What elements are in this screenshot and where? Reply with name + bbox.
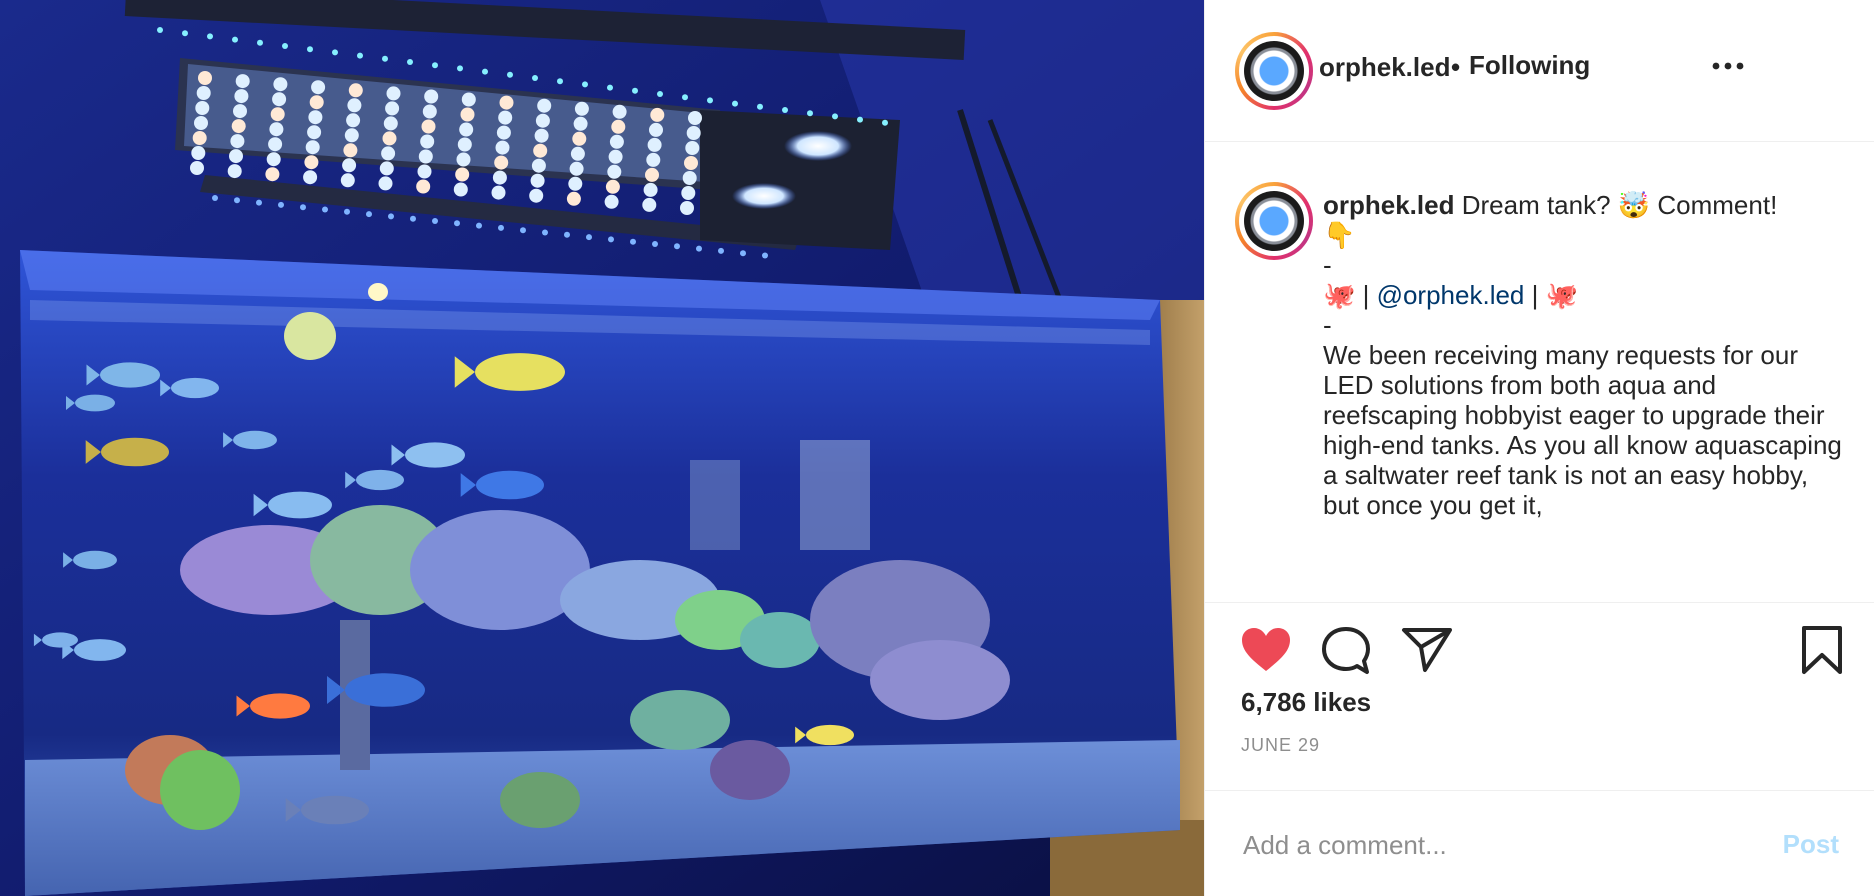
following-button[interactable]: Following <box>1469 50 1590 81</box>
post-side-panel: orphek.led • Following orphek.led Dream … <box>1204 0 1874 896</box>
orphek-logo-icon <box>1244 191 1304 251</box>
comment-input[interactable] <box>1241 819 1725 871</box>
post-header: orphek.led • Following <box>1205 0 1874 142</box>
header-separator: • <box>1451 52 1461 82</box>
caption-dash-2: - <box>1323 310 1332 340</box>
more-dots-icon[interactable] <box>1711 56 1745 76</box>
header-username[interactable]: orphek.led <box>1319 52 1450 83</box>
comment-composer: Post <box>1205 790 1874 896</box>
share-icon[interactable] <box>1401 627 1453 673</box>
profile-avatar[interactable] <box>1235 32 1313 110</box>
post-date[interactable]: JUNE 29 <box>1241 735 1320 756</box>
caption-username[interactable]: orphek.led <box>1323 190 1454 220</box>
caption-avatar[interactable] <box>1235 182 1313 260</box>
post-caption: orphek.led Dream tank? 🤯 Comment! 👇 - 🐙 … <box>1323 190 1843 520</box>
likes-count[interactable]: 6,786 likes <box>1241 687 1371 718</box>
heart-filled-icon[interactable] <box>1241 627 1291 673</box>
aquarium-photo <box>0 0 1204 896</box>
caption-body: We been receiving many requests for our … <box>1323 340 1842 520</box>
post-photo[interactable] <box>0 0 1204 896</box>
post-comment-button[interactable]: Post <box>1783 829 1839 860</box>
bookmark-icon[interactable] <box>1801 625 1843 675</box>
caption-pipe-left: | <box>1355 280 1377 310</box>
caption-line1: Dream tank? 🤯 Comment! <box>1454 190 1778 220</box>
octopus-emoji-right: 🐙 <box>1545 280 1578 310</box>
instagram-post: orphek.led • Following orphek.led Dream … <box>0 0 1874 896</box>
orphek-logo-icon <box>1244 41 1304 101</box>
post-actions: 6,786 likes JUNE 29 <box>1205 602 1874 790</box>
octopus-emoji-left: 🐙 <box>1323 280 1356 310</box>
caption-pipe-right: | <box>1524 280 1546 310</box>
caption-dash-1: - <box>1323 250 1332 280</box>
comment-icon[interactable] <box>1321 627 1371 675</box>
comments-area[interactable]: orphek.led Dream tank? 🤯 Comment! 👇 - 🐙 … <box>1205 142 1874 602</box>
caption-line2: 👇 <box>1323 220 1356 250</box>
caption-mention-link[interactable]: @orphek.led <box>1377 280 1525 310</box>
